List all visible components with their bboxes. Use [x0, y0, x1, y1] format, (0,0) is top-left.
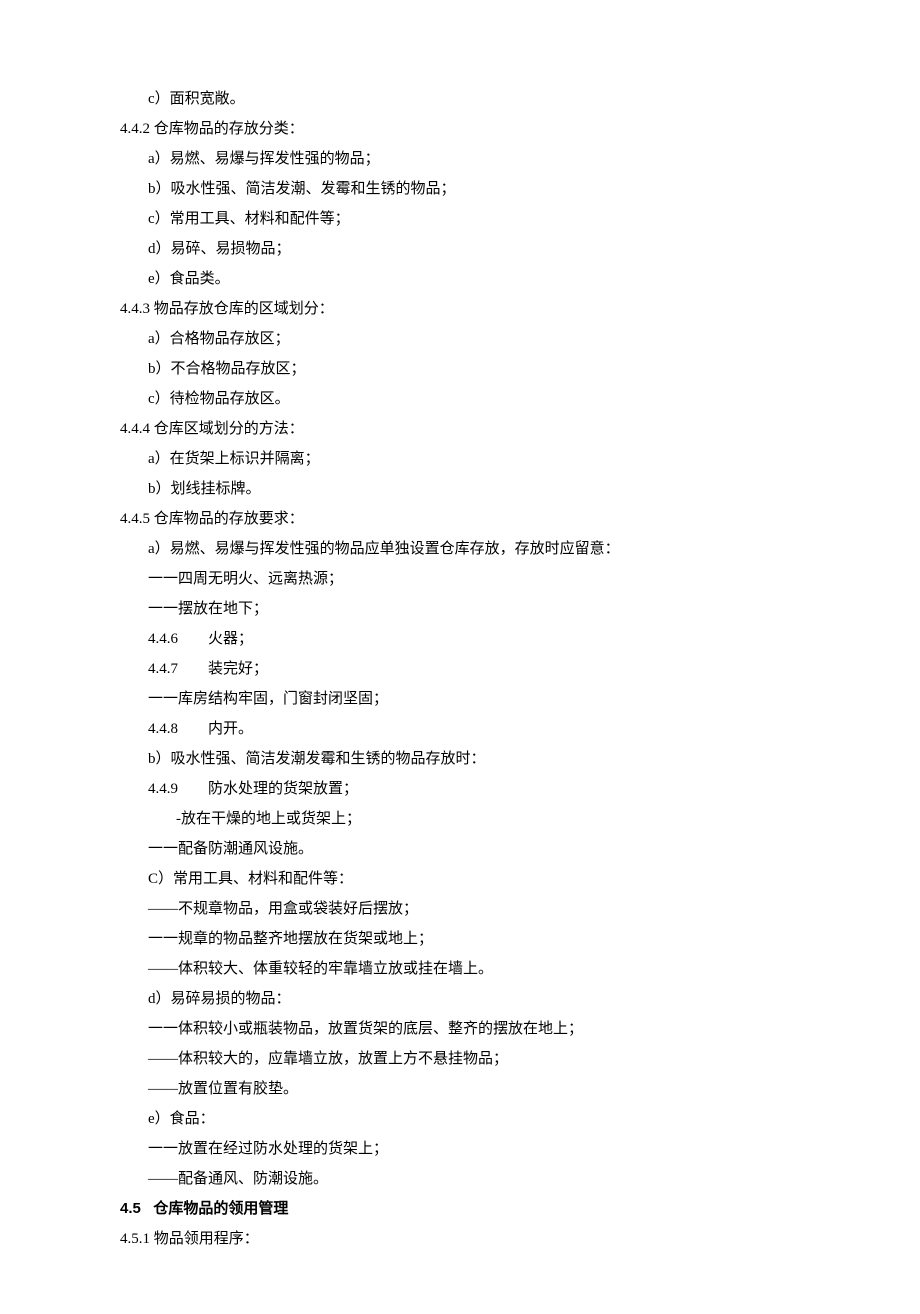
document-page: c）面积宽敞。4.4.2 仓库物品的存放分类：a）易燃、易爆与挥发性强的物品；b…	[0, 0, 920, 1314]
text-line: ——不规章物品，用盒或袋装好后摆放；	[120, 894, 820, 924]
text-line: 一一四周无明火、远离热源；	[120, 564, 820, 594]
text-line: 4.4.8 内开。	[120, 714, 820, 744]
text-line: b）吸水性强、简洁发潮、发霉和生锈的物品；	[120, 174, 820, 204]
text-line: 4.4.3 物品存放仓库的区域划分：	[120, 294, 820, 324]
text-line: C）常用工具、材料和配件等：	[120, 864, 820, 894]
text-line: 4.5.1 物品领用程序：	[120, 1224, 820, 1254]
text-line: 一一配备防潮通风设施。	[120, 834, 820, 864]
text-line: d）易碎、易损物品；	[120, 234, 820, 264]
text-line: b）不合格物品存放区；	[120, 354, 820, 384]
text-line: c）常用工具、材料和配件等；	[120, 204, 820, 234]
text-line: 4.4.4 仓库区域划分的方法：	[120, 414, 820, 444]
text-line: 一一放置在经过防水处理的货架上；	[120, 1134, 820, 1164]
text-line: c）待检物品存放区。	[120, 384, 820, 414]
text-line: e）食品类。	[120, 264, 820, 294]
text-line: 一一规章的物品整齐地摆放在货架或地上；	[120, 924, 820, 954]
text-line: 4.4.6 火器；	[120, 624, 820, 654]
text-line: 4.4.7 装完好；	[120, 654, 820, 684]
text-line: ——体积较大的，应靠墙立放，放置上方不悬挂物品；	[120, 1044, 820, 1074]
text-line: 4.4.5 仓库物品的存放要求：	[120, 504, 820, 534]
text-line: a）在货架上标识并隔离；	[120, 444, 820, 474]
text-line: -放在干燥的地上或货架上；	[120, 804, 820, 834]
text-line: a）易燃、易爆与挥发性强的物品应单独设置仓库存放，存放时应留意：	[120, 534, 820, 564]
text-line: a）易燃、易爆与挥发性强的物品；	[120, 144, 820, 174]
text-line: e）食品：	[120, 1104, 820, 1134]
text-line: 4.4.2 仓库物品的存放分类：	[120, 114, 820, 144]
text-line: ——配备通风、防潮设施。	[120, 1164, 820, 1194]
text-line: 一一库房结构牢固，门窗封闭坚固；	[120, 684, 820, 714]
text-line: 4.4.9 防水处理的货架放置；	[120, 774, 820, 804]
text-line: c）面积宽敞。	[120, 84, 820, 114]
text-line: ——体积较大、体重较轻的牢靠墙立放或挂在墙上。	[120, 954, 820, 984]
text-line: 一一体积较小或瓶装物品，放置货架的底层、整齐的摆放在地上；	[120, 1014, 820, 1044]
text-line: 一一摆放在地下；	[120, 594, 820, 624]
text-line: d）易碎易损的物品：	[120, 984, 820, 1014]
text-line: b）吸水性强、简洁发潮发霉和生锈的物品存放时：	[120, 744, 820, 774]
heading-line: 4.5 仓库物品的领用管理	[120, 1194, 820, 1224]
text-line: b）划线挂标牌。	[120, 474, 820, 504]
document-body: c）面积宽敞。4.4.2 仓库物品的存放分类：a）易燃、易爆与挥发性强的物品；b…	[120, 84, 820, 1254]
text-line: ——放置位置有胶垫。	[120, 1074, 820, 1104]
text-line: a）合格物品存放区；	[120, 324, 820, 354]
